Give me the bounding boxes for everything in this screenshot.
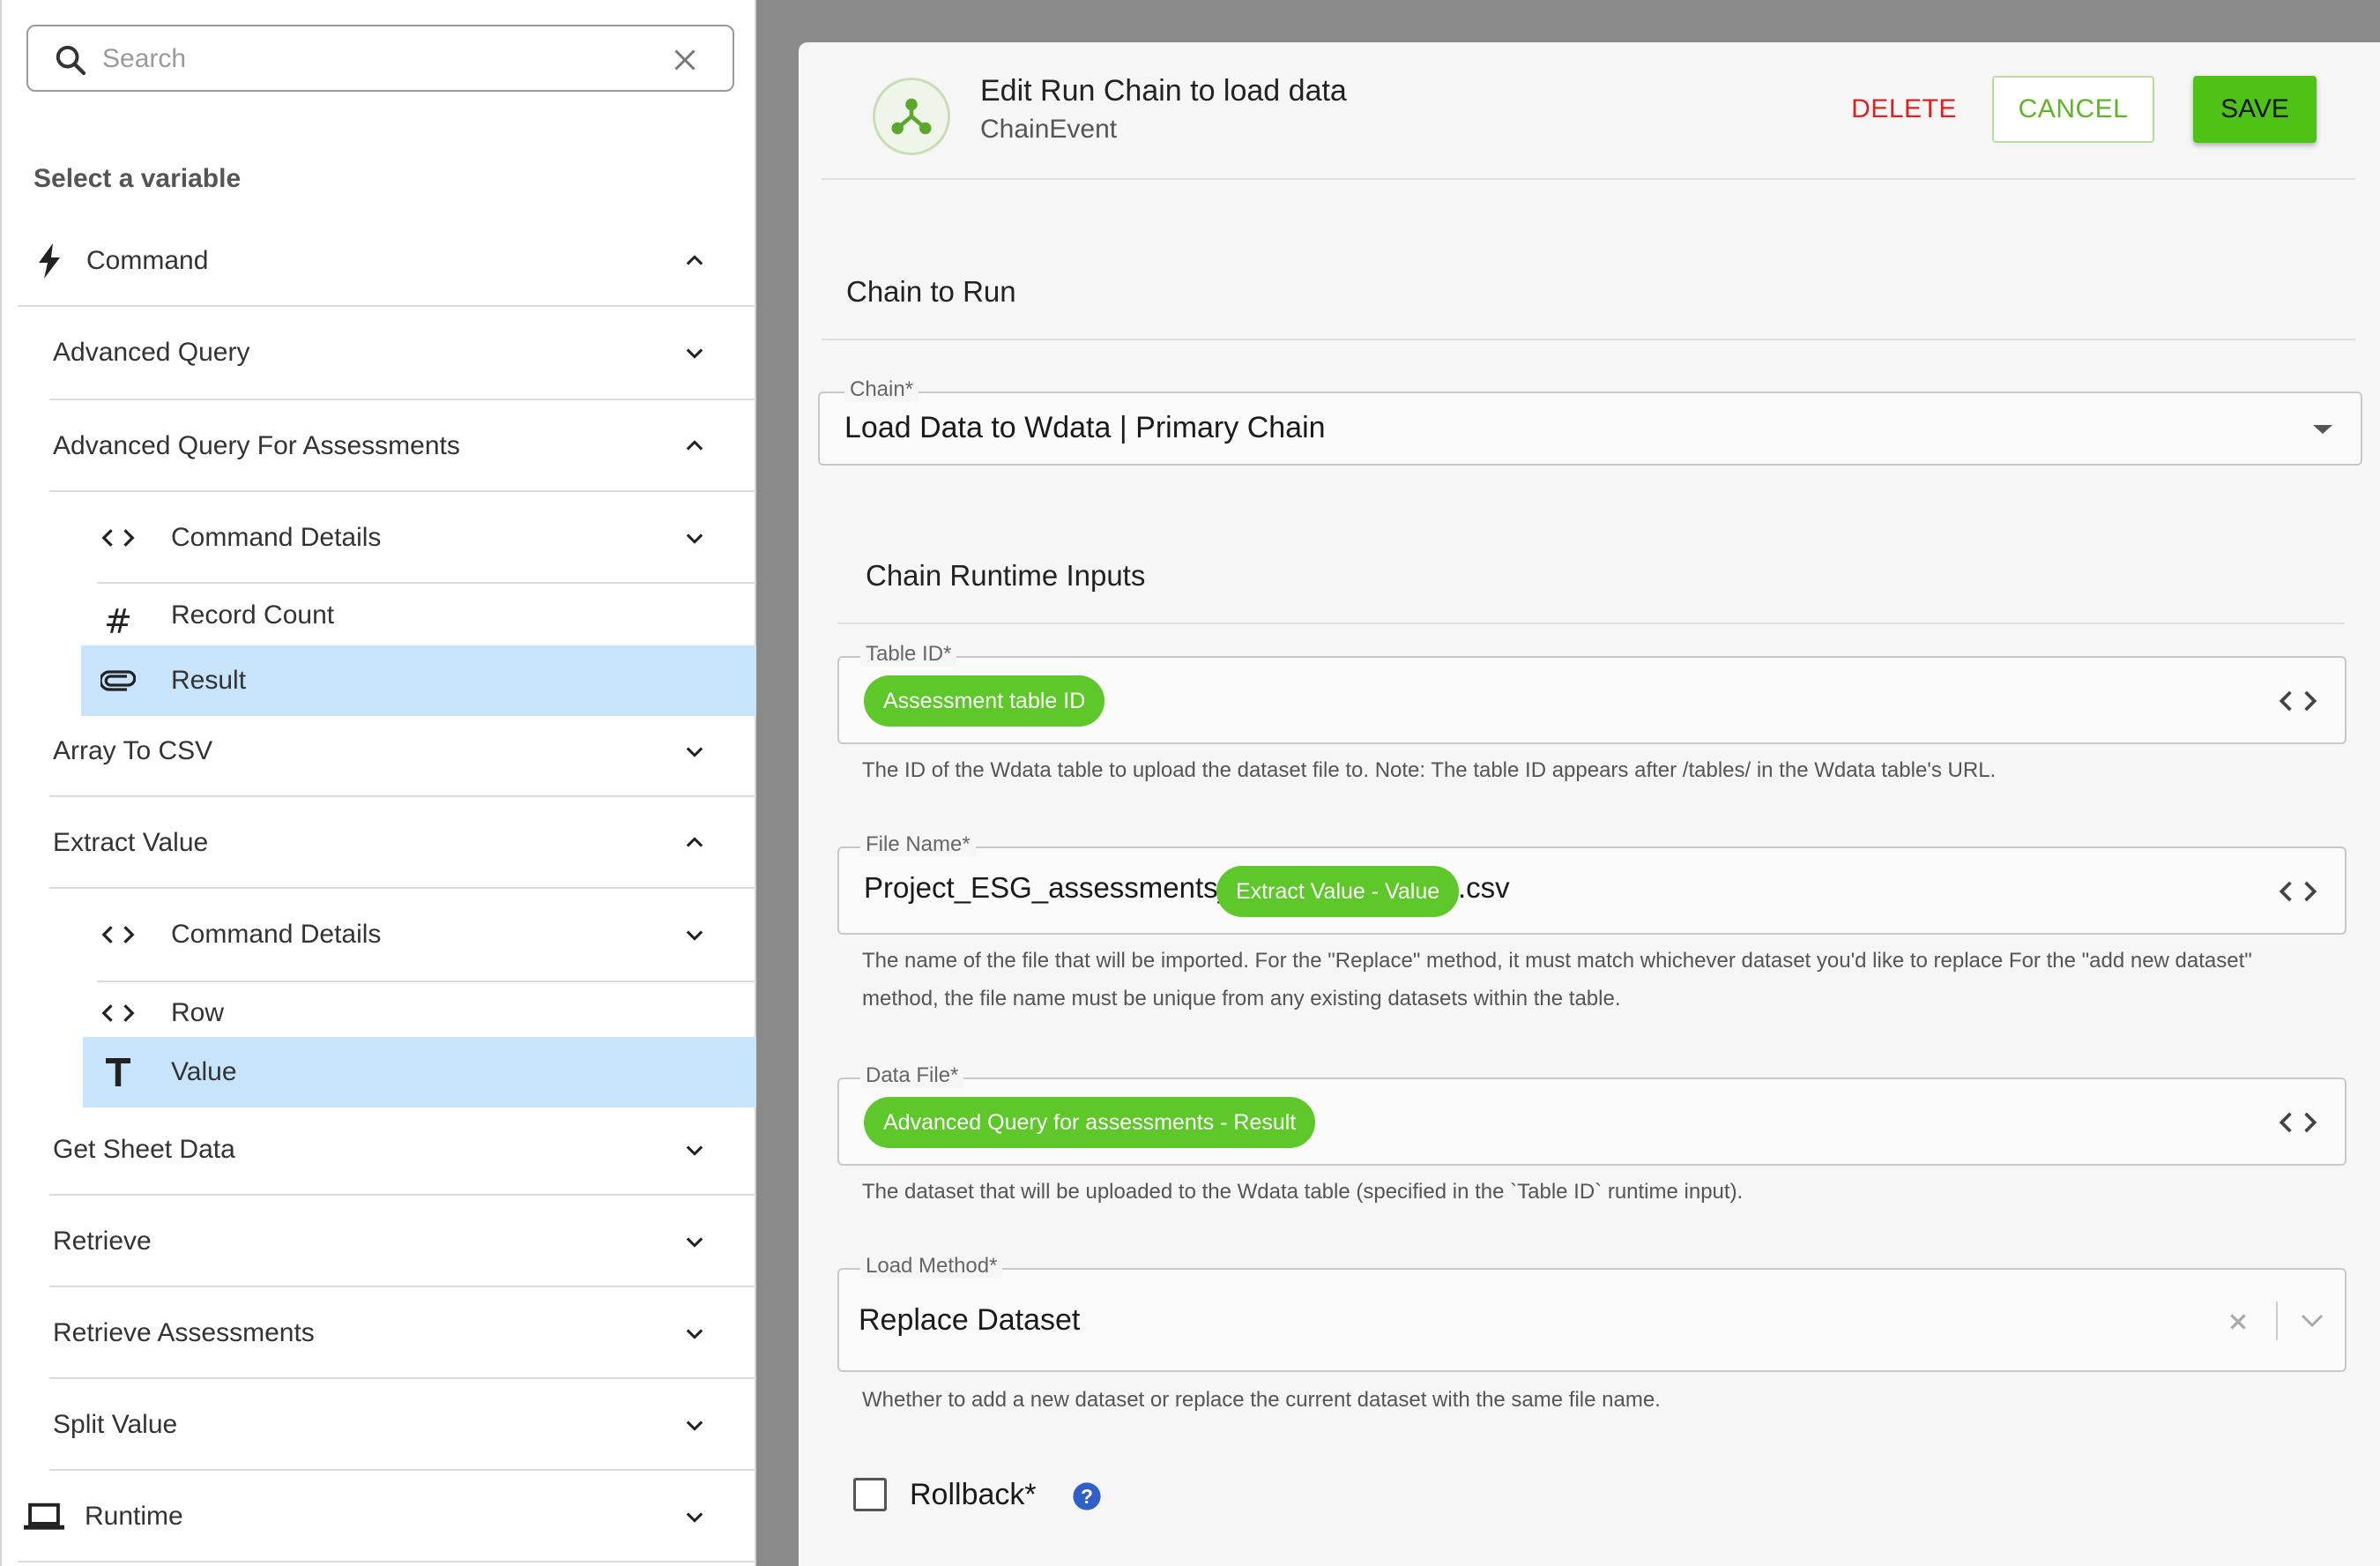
chain-select[interactable]: Load Data to Wdata | Primary Chain [818,392,2362,466]
tree-item-retrieve[interactable]: Retrieve [53,1196,756,1287]
lightning-icon [32,243,67,279]
close-icon[interactable] [669,44,701,76]
tree-item-retrieve-assessments[interactable]: Retrieve Assessments [53,1287,756,1379]
file-name-prefix: Project_ESG_assessments_ [864,871,1235,904]
tree-item-get-sheet-data[interactable]: Get Sheet Data [53,1104,756,1196]
data-file-field[interactable]: Advanced Query for assessments - Result [837,1078,2347,1166]
svg-text:?: ? [1081,1485,1093,1508]
tree-item-label: Result [171,666,247,695]
code-icon[interactable] [2278,878,2318,905]
chevron-down-icon[interactable] [682,526,707,550]
variable-chip[interactable]: Assessment table ID [864,675,1105,727]
search-input[interactable] [102,39,666,79]
code-icon[interactable] [2278,688,2318,714]
chevron-down-icon[interactable] [682,1137,707,1162]
load-method-value: Replace Dataset [859,1303,1081,1337]
variable-panel: Select a variable Command Advanced Query… [0,0,756,1566]
load-method-label: Load Method* [860,1254,1003,1279]
tree-item-label: Retrieve Assessments [53,1318,315,1347]
chevron-down-icon[interactable] [682,1413,707,1437]
tree-item-label: Command Details [171,920,382,949]
clear-icon[interactable] [2227,1310,2250,1333]
code-icon [100,917,136,952]
table-id-helper: The ID of the Wdata table to upload the … [862,758,1997,782]
file-name-helper-line2: method, the file name must be unique fro… [862,987,1621,1010]
tree-item-split-value[interactable]: Split Value [53,1379,756,1471]
file-name-label: File Name* [860,832,976,857]
delete-button[interactable]: DELETE [1826,76,1982,143]
save-button[interactable]: SAVE [2193,76,2317,143]
chain-event-icon [873,78,950,155]
rollback-label: Rollback* [910,1478,1037,1511]
rollback-checkbox[interactable] [853,1478,887,1511]
tree-item-label: Runtime [85,1502,183,1531]
hash-icon: # [104,602,132,641]
tree-item-label: Record Count [171,600,335,630]
tree-item-runtime[interactable]: Runtime [23,1471,756,1562]
search-box[interactable] [26,25,734,92]
chevron-down-icon[interactable] [682,340,707,365]
chevron-up-icon[interactable] [682,434,707,459]
tree-item-extract-value[interactable]: Extract Value [53,797,756,889]
tree-item-label: Command [86,246,209,275]
tree-item-label: Extract Value [53,828,209,857]
panel-title: Select a variable [33,164,242,193]
tree-item-label: Advanced Query For Assessments [53,431,460,460]
cancel-button[interactable]: CANCEL [1992,76,2154,143]
chevron-up-icon[interactable] [682,831,707,855]
dialog-subtitle: ChainEvent [980,115,1118,144]
chain-select-value: Load Data to Wdata | Primary Chain [844,411,1326,444]
load-method-select[interactable]: Replace Dataset [837,1268,2347,1372]
tree-item-advanced-query-for-assessments[interactable]: Advanced Query For Assessments [53,400,756,492]
code-icon [100,996,136,1031]
text-icon [100,1055,136,1090]
variable-chip[interactable]: Advanced Query for assessments - Result [864,1097,1316,1148]
code-icon [100,520,136,556]
tree-item-label: Array To CSV [53,736,213,765]
tree-item-label: Row [171,998,225,1027]
help-icon[interactable]: ? [1072,1481,1102,1511]
tree-item-label: Value [171,1057,237,1086]
tree-item-command-details[interactable]: Command Details [100,492,756,584]
tree-item-label: Retrieve [53,1227,152,1256]
table-id-field[interactable]: Assessment table ID [837,656,2347,744]
section-title-inputs: Chain Runtime Inputs [866,559,1146,592]
chevron-down-icon[interactable] [682,739,707,764]
chevron-down-icon[interactable] [2299,1312,2325,1330]
caret-down-icon [2313,425,2332,434]
tree-item-record-count[interactable]: # Record Count [100,585,756,645]
chevron-down-icon[interactable] [682,1504,707,1529]
tree-item-label: Get Sheet Data [53,1135,235,1164]
data-file-helper: The dataset that will be uploaded to the… [862,1180,1744,1204]
tree-item-command[interactable]: Command [32,215,756,307]
edit-dialog: Edit Run Chain to load data ChainEvent D… [799,42,2380,1566]
laptop-icon [23,1499,65,1534]
chain-select-label: Chain* [844,377,919,402]
chevron-down-icon[interactable] [682,1321,707,1346]
tree-item-array-to-csv[interactable]: Array To CSV [53,705,756,797]
tree-item-label: Split Value [53,1410,178,1439]
file-name-helper-line1: The name of the file that will be import… [862,949,2252,973]
tree-item-advanced-query[interactable]: Advanced Query [53,307,756,399]
dialog-title: Edit Run Chain to load data [980,74,1347,108]
variable-chip[interactable]: Extract Value - Value [1216,866,1460,917]
chevron-up-icon[interactable] [682,249,707,273]
chevron-down-icon[interactable] [682,1229,707,1254]
tree-item-command-details[interactable]: Command Details [100,889,756,981]
tree-item-label: Advanced Query [53,338,250,367]
section-title-chain: Chain to Run [846,275,1016,308]
file-name-suffix: .csv [1458,871,1510,904]
paperclip-icon [100,663,136,698]
search-icon [56,45,86,76]
chevron-down-icon[interactable] [682,922,707,947]
code-icon[interactable] [2278,1109,2318,1136]
table-id-label: Table ID* [860,642,957,667]
load-method-helper: Whether to add a new dataset or replace … [862,1388,1661,1412]
data-file-label: Data File* [860,1063,964,1088]
file-name-field[interactable]: Project_ESG_assessments_ Extract Value -… [837,846,2347,935]
tree-item-row[interactable]: Row [100,982,756,1044]
tree-item-value[interactable]: Value [83,1037,756,1107]
tree-item-label: Command Details [171,523,382,552]
